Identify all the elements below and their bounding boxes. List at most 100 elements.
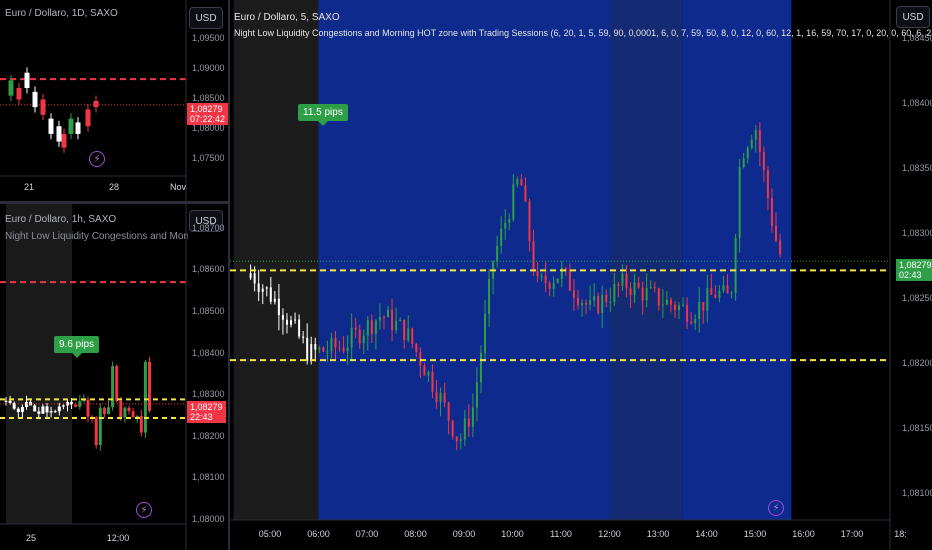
daily-countdown: 07:22:42 <box>190 114 226 124</box>
hourly-candle-body-0 <box>4 400 8 402</box>
main-candle-body-13 <box>302 336 305 338</box>
hourly-candle-body-4 <box>20 407 24 413</box>
main-candle-body-101 <box>657 288 660 306</box>
main-candle-body-33 <box>382 316 385 318</box>
daily-candle-body-2 <box>24 72 30 88</box>
main-candle-body-79 <box>568 269 571 291</box>
hourly-candle-body-13 <box>57 406 61 412</box>
main-candle-body-116 <box>718 290 721 298</box>
main-candle-body-34 <box>387 309 390 318</box>
main-candle-body-69 <box>528 201 531 242</box>
main-price-tick-5: 1,08200 <box>902 358 932 368</box>
main-candle-body-62 <box>500 228 503 246</box>
hourly-price-tick-6: 1,08100 <box>192 472 225 483</box>
main-candle-body-2 <box>257 283 260 292</box>
daily-price-tick-0: 1,09500 <box>192 33 225 43</box>
hourly-candle-body-3 <box>16 408 20 413</box>
pane-divider-horizontal[interactable] <box>0 201 228 204</box>
main-price-tick-6: 1,08150 <box>902 423 932 433</box>
main-candle-body-49 <box>447 402 450 421</box>
main-time-tick-9: 14:00 <box>695 529 718 539</box>
main-candle-body-110 <box>694 319 697 324</box>
daily-candle-body-10 <box>85 109 91 127</box>
main-candle-body-53 <box>463 418 466 440</box>
hourly-candle-body-14 <box>61 405 65 407</box>
main-chart-canvas[interactable] <box>230 0 932 550</box>
hourly-candle-body-24 <box>102 407 106 415</box>
main-candle-body-15 <box>310 344 313 361</box>
main-candle-body-28 <box>362 335 365 344</box>
main-candle-body-92 <box>621 273 624 286</box>
main-candle-body-29 <box>366 320 369 336</box>
main-candle-body-90 <box>613 284 616 302</box>
main-chart-pane[interactable]: Euro / Dollaro, 5, SAXO Night Low Liquid… <box>230 0 932 550</box>
main-pips-label: 11.5 pips <box>298 104 348 126</box>
main-price-tick-3: 1,08300 <box>902 228 932 238</box>
main-candle-body-8 <box>281 315 284 320</box>
main-candle-body-27 <box>358 329 361 344</box>
pane-divider-vertical[interactable] <box>228 0 230 550</box>
hourly-price-tick-4: 1,08300 <box>192 389 225 400</box>
daily-last-price-tag: 1,08279 07:22:42 <box>187 103 228 125</box>
main-candle-body-87 <box>601 294 604 313</box>
main-price-tick-0: 1,08450 <box>902 33 932 43</box>
main-session-band-morning <box>318 0 610 520</box>
daily-time-tick-1: 28 <box>108 182 120 192</box>
main-candle-body-65 <box>512 184 515 220</box>
main-candle-body-24 <box>346 347 349 352</box>
main-candle-body-6 <box>273 298 276 302</box>
hourly-candle-body-29 <box>123 407 127 418</box>
main-candle-body-80 <box>572 290 575 298</box>
main-candle-body-35 <box>391 309 394 331</box>
main-time-tick-0: 05:00 <box>258 529 282 539</box>
hourly-chart-canvas[interactable] <box>0 204 228 550</box>
main-time-tick-7: 12:00 <box>598 529 621 539</box>
main-price-tick-4: 1,08250 <box>902 293 932 303</box>
hourly-chart-title: Euro / Dollaro, 1h, SAXO <box>5 214 117 225</box>
main-last-price-tag: 1,08279 02:43 <box>896 259 932 281</box>
hourly-alert-bolt-icon[interactable]: ⚡ <box>136 502 152 518</box>
main-candle-body-109 <box>690 321 693 324</box>
main-time-tick-2: 07:00 <box>355 529 379 539</box>
hourly-candle-body-26 <box>111 366 115 408</box>
main-alert-bolt-icon[interactable]: ⚡ <box>768 500 784 516</box>
main-candle-body-54 <box>467 418 470 427</box>
main-candle-body-131 <box>779 240 782 255</box>
main-candle-body-82 <box>581 302 584 306</box>
main-last-price: 1,08279 <box>899 260 932 270</box>
daily-alert-bolt-icon[interactable]: ⚡ <box>89 151 105 167</box>
main-chart-title: Euro / Dollaro, 5, SAXO <box>234 12 340 23</box>
main-candle-body-122 <box>742 158 745 168</box>
main-time-tick-4: 09:00 <box>452 529 476 539</box>
main-currency-button[interactable]: USD <box>896 6 930 28</box>
main-candle-body-126 <box>758 130 761 153</box>
main-candle-body-106 <box>678 305 681 310</box>
main-candle-body-119 <box>730 293 733 295</box>
main-candle-body-25 <box>350 327 353 348</box>
daily-chart-pane[interactable]: Euro / Dollaro, 1D, SAXO USD 1,09500 1,09… <box>0 0 228 201</box>
main-candle-body-107 <box>682 304 685 306</box>
main-candle-body-76 <box>556 278 559 283</box>
hourly-candle-body-31 <box>131 411 135 418</box>
main-candle-body-59 <box>488 278 491 314</box>
hourly-price-tick-5: 1,08200 <box>192 430 225 441</box>
main-candle-body-124 <box>750 139 753 149</box>
hourly-candle-body-7 <box>33 405 37 412</box>
main-candle-body-67 <box>520 179 523 186</box>
daily-currency-button[interactable]: USD <box>189 7 223 29</box>
main-candle-body-88 <box>605 294 608 303</box>
daily-price-tick-2: 1,08500 <box>192 93 225 103</box>
main-candle-body-7 <box>277 298 280 316</box>
main-candle-body-55 <box>471 407 474 427</box>
main-session-band-night <box>233 0 319 520</box>
main-countdown: 02:43 <box>899 270 922 280</box>
daily-candle-body-5 <box>48 118 54 134</box>
main-candle-body-52 <box>459 439 462 441</box>
daily-last-price: 1,08279 <box>190 104 223 114</box>
main-candle-body-3 <box>261 288 264 292</box>
hourly-chart-pane[interactable]: Euro / Dollaro, 1h, SAXO Night Low Liqui… <box>0 204 228 550</box>
main-price-tick-1: 1,08400 <box>902 98 932 108</box>
main-candle-body-39 <box>407 328 410 341</box>
main-time-tick-1: 06:00 <box>307 529 330 539</box>
main-candle-body-120 <box>734 237 737 294</box>
